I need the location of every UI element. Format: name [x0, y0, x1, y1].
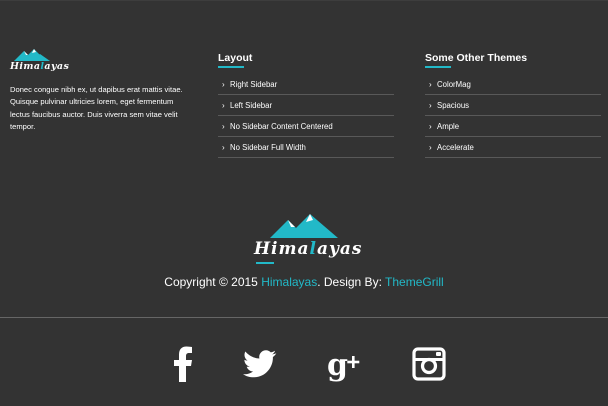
link-colormag[interactable]: › ColorMag	[425, 74, 601, 95]
widget-title: Layout	[218, 52, 253, 64]
instagram-icon	[412, 347, 446, 381]
link-ample[interactable]: › Ample	[425, 116, 601, 137]
mountain-logo-icon	[270, 214, 338, 238]
instagram-link[interactable]	[411, 346, 447, 382]
chevron-right-icon: ›	[222, 79, 225, 89]
twitter-link[interactable]	[242, 346, 278, 382]
chevron-right-icon: ›	[222, 121, 225, 131]
site-logo-small[interactable]: Himalayas	[10, 48, 69, 74]
chevron-right-icon: ›	[429, 142, 432, 152]
google-plus-link[interactable]: g	[327, 346, 363, 382]
svg-text:g: g	[327, 348, 348, 382]
site-logo-large[interactable]: Himalayas	[254, 212, 361, 264]
logo-underline	[256, 262, 274, 264]
chevron-right-icon: ›	[429, 121, 432, 131]
title-accent-bar	[425, 66, 451, 68]
link-spacious[interactable]: › Spacious	[425, 95, 601, 116]
footer-themes-widget: Some Other Themes › ColorMag › Spacious › A…	[425, 51, 601, 158]
about-text: Donec congue nibh ex, ut dapibus erat ma…	[10, 85, 183, 132]
footer-divider	[0, 317, 608, 318]
widget-title: Some Other Themes	[425, 52, 528, 64]
footer-about-widget: Himalayas Donec congue nibh ex, ut dapib…	[10, 48, 190, 134]
chevron-right-icon: ›	[429, 79, 432, 89]
link-no-sidebar-full-width[interactable]: › No Sidebar Full Width	[218, 137, 394, 158]
facebook-icon	[174, 346, 192, 382]
chevron-right-icon: ›	[222, 100, 225, 110]
chevron-right-icon: ›	[222, 142, 225, 152]
chevron-right-icon: ›	[429, 100, 432, 110]
footer-layout-widget: Layout › Right Sidebar › Left Sidebar › No …	[218, 51, 394, 158]
twitter-icon	[243, 350, 277, 378]
mountain-logo-icon	[14, 49, 50, 61]
link-right-sidebar[interactable]: › Right Sidebar	[218, 74, 394, 95]
link-no-sidebar-centered[interactable]: › No Sidebar Content Centered	[218, 116, 394, 137]
facebook-link[interactable]	[165, 346, 201, 382]
top-border	[0, 0, 608, 1]
title-accent-bar	[218, 66, 244, 68]
logo-text: Himalayas	[10, 61, 70, 72]
link-accelerate[interactable]: › Accelerate	[425, 137, 601, 158]
designer-link[interactable]: ThemeGrill	[385, 275, 444, 289]
logo-text: Himalayas	[254, 239, 363, 259]
copyright-text: Copyright © 2015 Himalayas. Design By: T…	[164, 275, 444, 289]
site-link[interactable]: Himalayas	[261, 275, 317, 289]
google-plus-icon: g	[327, 348, 360, 382]
link-left-sidebar[interactable]: › Left Sidebar	[218, 95, 394, 116]
